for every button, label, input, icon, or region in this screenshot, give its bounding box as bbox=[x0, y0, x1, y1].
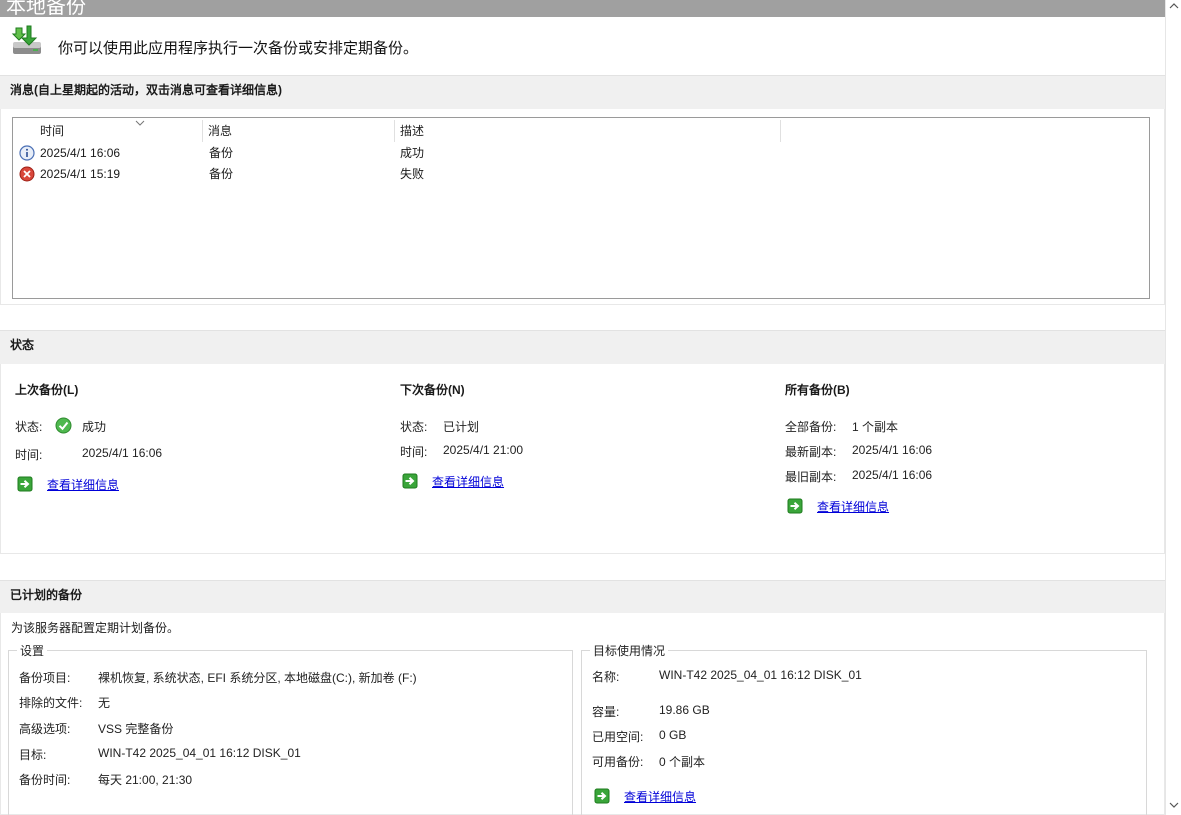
target-name-label: 名称: bbox=[592, 670, 620, 684]
message-type: 备份 bbox=[209, 146, 234, 160]
next-backup-column: 下次备份(N) 状态: 已计划 时间: 2025/4/1 21:00 查看详细信… bbox=[400, 364, 770, 554]
intro-text: 你可以使用此应用程序执行一次备份或安排定期备份。 bbox=[58, 40, 419, 57]
info-icon bbox=[19, 145, 35, 161]
last-backup-details-text[interactable]: 查看详细信息 bbox=[47, 476, 119, 493]
last-backup-time-value: 2025/4/1 16:06 bbox=[82, 446, 163, 460]
last-backup-title: 上次备份(L) bbox=[15, 383, 79, 397]
target-details-text[interactable]: 查看详细信息 bbox=[624, 788, 696, 805]
error-icon bbox=[19, 166, 35, 182]
vertical-scrollbar[interactable] bbox=[1165, 0, 1181, 815]
target-used-value: 0 GB bbox=[659, 728, 687, 742]
messages-table[interactable]: 时间 消息 描述 2025/4/1 16:06 备份 成功 2025/4/1 1… bbox=[12, 117, 1150, 299]
sort-descending-icon bbox=[135, 120, 145, 126]
target-details-link[interactable]: 查看详细信息 bbox=[594, 787, 794, 805]
intro-section: 你可以使用此应用程序执行一次备份或安排定期备份。 bbox=[0, 17, 1165, 75]
column-header-time[interactable]: 时间 bbox=[35, 120, 203, 142]
next-backup-title: 下次备份(N) bbox=[400, 383, 465, 397]
green-arrow-icon bbox=[402, 473, 418, 489]
column-header-message[interactable]: 消息 bbox=[203, 120, 395, 142]
all-backups-latest-value: 2025/4/1 16:06 bbox=[852, 443, 933, 457]
settings-excluded-label: 排除的文件: bbox=[19, 696, 83, 710]
column-description-label: 描述 bbox=[400, 124, 425, 138]
settings-excluded-value: 无 bbox=[98, 696, 111, 710]
settings-items-value: 裸机恢复, 系统状态, EFI 系统分区, 本地磁盘(C:), 新加卷 (F:) bbox=[98, 671, 417, 685]
last-backup-column: 上次备份(L) 状态: 成功 时间: 2025/4/1 16:06 查看详细信息 bbox=[15, 364, 385, 554]
scheduled-header: 已计划的备份 bbox=[0, 580, 1165, 613]
message-row[interactable]: 2025/4/1 15:19 备份 失败 bbox=[16, 164, 1116, 184]
scroll-up-arrow-icon[interactable] bbox=[1169, 2, 1179, 10]
column-time-label: 时间 bbox=[40, 124, 65, 138]
settings-items-label: 备份项目: bbox=[19, 671, 71, 685]
all-backups-total-label: 全部备份: bbox=[785, 420, 837, 434]
all-backups-oldest-value: 2025/4/1 16:06 bbox=[852, 468, 933, 482]
settings-advanced-value: VSS 完整备份 bbox=[98, 722, 174, 736]
all-backups-details-link[interactable]: 查看详细信息 bbox=[787, 497, 987, 515]
target-used-label: 已用空间: bbox=[592, 730, 644, 744]
next-backup-time-label: 时间: bbox=[400, 445, 428, 459]
all-backups-latest-label: 最新副本: bbox=[785, 445, 837, 459]
messages-header: 消息(自上星期起的活动，双击消息可查看详细信息) bbox=[0, 75, 1165, 109]
target-available-label: 可用备份: bbox=[592, 755, 644, 769]
message-description: 失败 bbox=[400, 167, 425, 181]
target-name-value: WIN-T42 2025_04_01 16:12 DISK_01 bbox=[659, 668, 862, 682]
column-header-description[interactable]: 描述 bbox=[395, 120, 781, 142]
message-time: 2025/4/1 16:06 bbox=[40, 146, 121, 160]
target-usage-groupbox: 目标使用情况 名称: WIN-T42 2025_04_01 16:12 DISK… bbox=[581, 642, 1147, 815]
status-header: 状态 bbox=[0, 330, 1165, 364]
backup-drive-icon bbox=[11, 25, 41, 54]
window-title: 本地备份 bbox=[0, 0, 1165, 17]
last-backup-time-label: 时间: bbox=[15, 448, 43, 462]
settings-advanced-label: 高级选项: bbox=[19, 722, 71, 736]
last-backup-details-link[interactable]: 查看详细信息 bbox=[17, 475, 217, 493]
next-backup-status-value: 已计划 bbox=[443, 420, 480, 434]
next-backup-details-link[interactable]: 查看详细信息 bbox=[402, 472, 602, 490]
message-row[interactable]: 2025/4/1 16:06 备份 成功 bbox=[16, 143, 1116, 163]
green-arrow-icon bbox=[594, 788, 610, 804]
settings-time-label: 备份时间: bbox=[19, 773, 71, 787]
settings-title: 设置 bbox=[17, 642, 48, 659]
message-time: 2025/4/1 15:19 bbox=[40, 167, 121, 181]
all-backups-oldest-label: 最旧副本: bbox=[785, 470, 837, 484]
all-backups-total-value: 1 个副本 bbox=[852, 420, 899, 434]
success-check-icon bbox=[55, 417, 72, 434]
column-message-label: 消息 bbox=[208, 124, 233, 138]
settings-target-value: WIN-T42 2025_04_01 16:12 DISK_01 bbox=[98, 746, 301, 760]
next-backup-details-text[interactable]: 查看详细信息 bbox=[432, 473, 504, 490]
scroll-down-arrow-icon[interactable] bbox=[1169, 801, 1179, 809]
target-available-value: 0 个副本 bbox=[659, 755, 706, 769]
all-backups-column: 所有备份(B) 全部备份: 1 个副本 最新副本: 2025/4/1 16:06… bbox=[785, 364, 1155, 554]
target-capacity-value: 19.86 GB bbox=[659, 703, 710, 717]
last-backup-status-label: 状态: bbox=[15, 420, 43, 434]
green-arrow-icon bbox=[787, 498, 803, 514]
next-backup-time-value: 2025/4/1 21:00 bbox=[443, 443, 524, 457]
last-backup-status-value: 成功 bbox=[82, 420, 107, 434]
target-usage-title: 目标使用情况 bbox=[590, 642, 669, 659]
message-type: 备份 bbox=[209, 167, 234, 181]
all-backups-details-text[interactable]: 查看详细信息 bbox=[817, 498, 889, 515]
target-capacity-label: 容量: bbox=[592, 705, 620, 719]
settings-groupbox: 设置 备份项目: 裸机恢复, 系统状态, EFI 系统分区, 本地磁盘(C:),… bbox=[8, 642, 573, 815]
scheduled-description: 为该服务器配置定期计划备份。 bbox=[11, 621, 180, 635]
all-backups-title: 所有备份(B) bbox=[785, 383, 850, 397]
settings-target-label: 目标: bbox=[19, 748, 47, 762]
settings-time-value: 每天 21:00, 21:30 bbox=[98, 773, 193, 787]
message-description: 成功 bbox=[400, 146, 425, 160]
green-arrow-icon bbox=[17, 476, 33, 492]
next-backup-status-label: 状态: bbox=[400, 420, 428, 434]
